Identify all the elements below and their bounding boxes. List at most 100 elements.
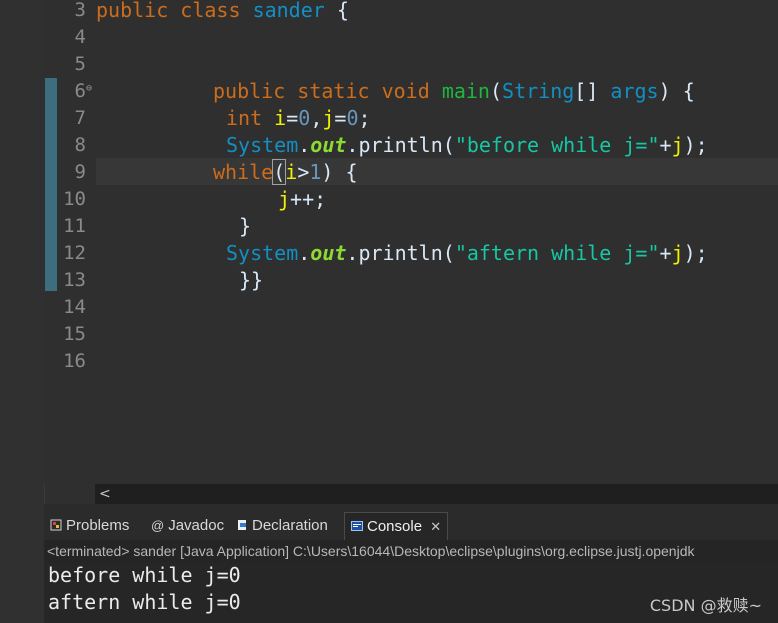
token-brace: { [682,79,695,103]
tab-declaration-label: Declaration [252,517,328,534]
code-line-10[interactable]: j++; [278,186,326,213]
token-operator: + [659,133,672,157]
line-number: 8 [74,134,86,156]
token-brace: }} [239,268,264,292]
watermark: CSDN @救赎~ [649,596,762,615]
token-method: println [358,241,443,265]
console-status-label: <terminated> sander [Java Application] C… [44,540,778,562]
left-gutter [0,0,45,623]
tab-javadoc[interactable]: @ Javadoc [151,512,224,540]
token-keyword: public [96,0,169,22]
code-line-8[interactable]: System.out.println("before while j="+j); [226,132,708,159]
problems-icon [50,513,62,531]
code-line-7[interactable]: int i=0,j=0; [226,105,371,132]
tab-declaration[interactable]: Declaration [236,512,328,540]
token-method: println [358,133,443,157]
token-number: 0 [298,106,311,130]
eclipse-window: 3 4 5 6 ⊖ 7 8 9 10 11 12 13 14 15 16 pub… [0,0,778,623]
token-string: "before while j=" [454,133,660,157]
panel-separator [44,504,778,512]
token-operator: ++; [290,187,327,211]
token-class-name: sander [252,0,325,22]
token-operator: = [334,106,347,130]
token-paren-semicolon: ); [683,133,708,157]
token-operator: + [659,241,672,265]
token-static-field: out [310,241,347,265]
token-keyword: static [297,79,370,103]
token-paren-matched: ( [272,159,287,185]
fold-collapse-icon[interactable]: ⊖ [86,75,96,102]
token-method: main [441,79,490,103]
code-line-9[interactable]: while(i>1) { [213,159,358,186]
line-number: 10 [63,188,86,210]
token-paren: ) [658,79,671,103]
line-number: 12 [63,242,86,264]
token-comma: , [310,106,323,130]
token-brackets: [] [574,79,599,103]
code-line-11[interactable]: } [239,213,251,240]
token-paren: ) [321,160,334,184]
token-paren-semicolon: ); [683,241,708,265]
line-number: 5 [74,53,86,75]
token-paren: ( [442,133,455,157]
token-variable: j [671,133,684,157]
token-brace: { [336,0,349,22]
token-paren: ( [442,241,455,265]
code-line-3[interactable]: public class sander { [96,0,349,24]
token-operator: = [286,106,299,130]
token-variable: j [278,187,291,211]
token-variable: j [671,241,684,265]
token-type: String [502,79,575,103]
tab-problems[interactable]: Problems [50,512,129,540]
line-number: 14 [63,296,86,318]
token-variable: i [285,160,298,184]
horizontal-scrollbar[interactable]: < [95,484,778,504]
line-number: 3 [74,0,86,21]
token-class-name: System [226,133,299,157]
token-dot: . [298,133,311,157]
code-line-12[interactable]: System.out.println("aftern while j="+j); [226,240,708,267]
tab-problems-label: Problems [66,517,130,534]
line-number: 13 [63,269,86,291]
tab-console[interactable]: Console ✕ [344,512,449,540]
tab-console-label: Console [367,518,423,535]
javadoc-icon: @ [151,518,165,533]
declaration-icon [236,513,248,530]
token-class-name: System [226,241,299,265]
line-number: 7 [74,107,86,129]
line-number: 16 [63,350,86,372]
token-keyword: class [180,0,241,22]
line-number: 4 [74,26,86,48]
token-dot: . [346,241,359,265]
console-icon [351,514,363,531]
token-keyword: int [226,106,263,130]
token-static-field: out [310,133,347,157]
token-variable: i [274,106,287,130]
token-dot: . [298,241,311,265]
code-line-6[interactable]: public static void main(String[] args) { [213,78,695,105]
token-dot: . [346,133,359,157]
view-tab-bar: Problems @ Javadoc Declaration Console ✕ [44,512,778,541]
code-line-13[interactable]: }} [239,267,263,294]
line-number: 11 [63,215,86,237]
token-semicolon: ; [358,106,371,130]
line-number: 15 [63,323,86,345]
token-paren: ( [489,79,503,103]
line-number: 9 [74,161,86,183]
token-keyword: while [213,160,274,184]
token-brace: } [239,214,252,238]
token-string: "aftern while j=" [454,241,660,265]
console-output-line: before while j=0 [48,563,241,587]
line-number: 6 [74,80,86,102]
scroll-left-icon[interactable]: < [99,484,111,504]
console-output-line: aftern while j=0 [48,590,241,614]
token-number: 1 [309,160,322,184]
current-line-highlight [96,158,778,185]
token-keyword: public [213,79,286,103]
token-variable: j [322,106,335,130]
token-brace: { [345,160,358,184]
token-operator: > [297,160,310,184]
token-param: args [610,79,659,103]
token-number: 0 [346,106,359,130]
close-icon[interactable]: ✕ [430,519,441,534]
